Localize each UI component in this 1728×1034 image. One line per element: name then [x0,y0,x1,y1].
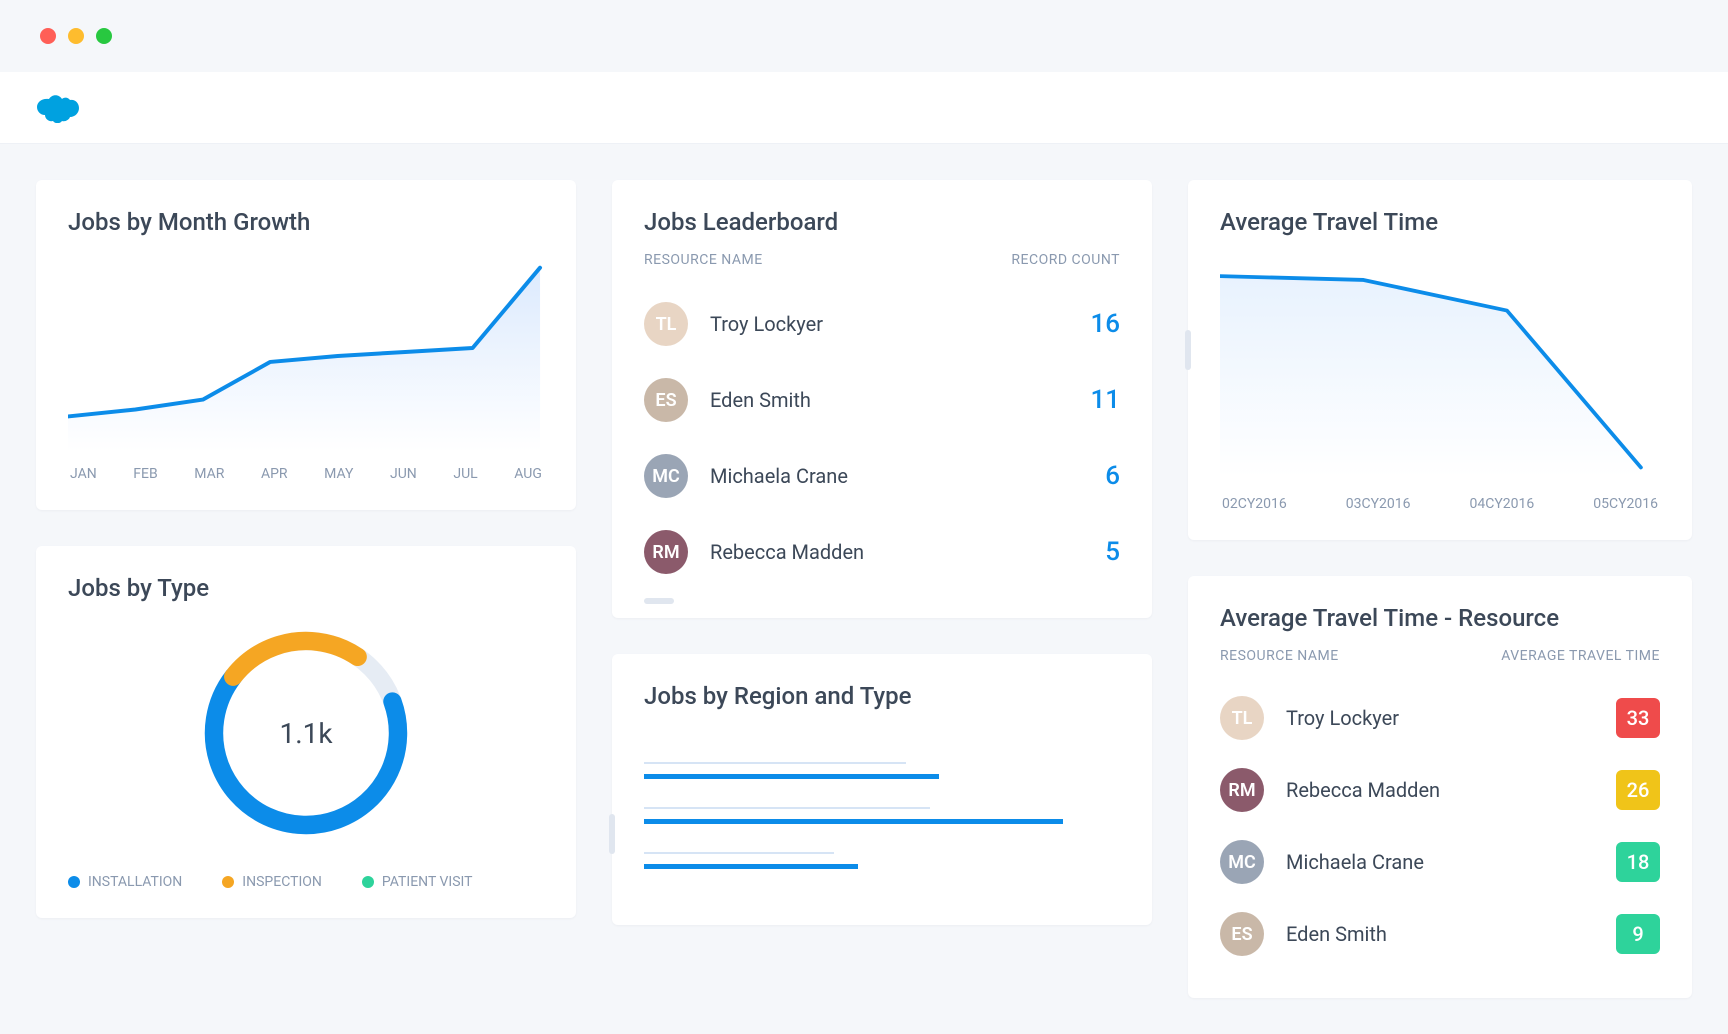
legend-swatch-icon [362,876,374,888]
card-title: Jobs Leaderboard [644,208,1120,236]
column-header-name: RESOURCE NAME [1220,648,1339,664]
table-row[interactable]: TL Troy Lockyer 16 [644,286,1120,362]
x-tick: JUL [453,466,477,482]
card-title: Jobs by Region and Type [644,682,1120,710]
legend-item: PATIENT VISIT [362,874,473,890]
close-icon[interactable] [40,28,56,44]
avatar: RM [644,530,688,574]
legend-label: INSTALLATION [88,874,182,890]
region-bar [644,807,1120,824]
x-axis: JAN FEB MAR APR MAY JUN JUL AUG [68,466,544,482]
legend-item: INSPECTION [222,874,322,890]
resource-name: Troy Lockyer [1286,706,1616,730]
legend-swatch-icon [68,876,80,888]
table-row[interactable]: ES Eden Smith 9 [1220,898,1660,970]
resource-name: Eden Smith [1286,922,1616,946]
status-badge: 9 [1616,914,1660,954]
status-badge: 26 [1616,770,1660,810]
scroll-indicator-icon[interactable] [609,814,615,854]
table-row[interactable]: MC Michaela Crane 6 [644,438,1120,514]
column-header-time: AVERAGE TRAVEL TIME [1501,648,1660,664]
resource-name: Michaela Crane [1286,850,1616,874]
resource-name: Rebecca Madden [710,540,1105,564]
legend-label: PATIENT VISIT [382,874,473,890]
avatar: MC [1220,840,1264,884]
x-tick: 04CY2016 [1470,496,1535,512]
record-count: 16 [1090,309,1120,339]
avatar: MC [644,454,688,498]
line-chart [68,252,544,452]
window-titlebar [0,0,1728,72]
dashboard-grid: Jobs by Month Growth JAN FEB MAR [0,144,1728,1034]
card-jobs-by-type: Jobs by Type 1.1k INSTALLATION [36,546,576,918]
x-tick: AUG [514,466,542,482]
table-row[interactable]: RM Rebecca Madden 5 [644,514,1120,590]
region-bar [644,762,1120,779]
card-jobs-leaderboard: Jobs Leaderboard RESOURCE NAME RECORD CO… [612,180,1152,618]
card-title: Average Travel Time [1220,208,1660,236]
x-tick: JUN [390,466,417,482]
status-badge: 18 [1616,842,1660,882]
record-count: 11 [1090,385,1120,415]
table-row[interactable]: ES Eden Smith 11 [644,362,1120,438]
card-jobs-by-region: Jobs by Region and Type [612,654,1152,925]
record-count: 6 [1105,461,1120,491]
x-tick: JAN [70,466,97,482]
donut-center-label: 1.1k [191,618,421,848]
legend-swatch-icon [222,876,234,888]
scroll-indicator-icon[interactable] [644,598,674,604]
resource-name: Eden Smith [710,388,1090,412]
x-tick: FEB [133,466,157,482]
region-bar [644,852,1120,869]
x-tick: MAR [194,466,224,482]
maximize-icon[interactable] [96,28,112,44]
card-avg-travel-time: Average Travel Time 02CY2016 03CY2016 [1188,180,1692,540]
avatar: TL [644,302,688,346]
table-row[interactable]: MC Michaela Crane 18 [1220,826,1660,898]
status-badge: 33 [1616,698,1660,738]
card-title: Jobs by Month Growth [68,208,544,236]
avatar: ES [644,378,688,422]
x-axis: 02CY2016 03CY2016 04CY2016 05CY2016 [1220,496,1660,512]
legend: INSTALLATION INSPECTION PATIENT VISIT [68,874,544,890]
card-avg-travel-resource: Average Travel Time - Resource RESOURCE … [1188,576,1692,998]
card-title: Average Travel Time - Resource [1220,604,1660,632]
scroll-indicator-icon[interactable] [1185,330,1191,370]
table-row[interactable]: RM Rebecca Madden 26 [1220,754,1660,826]
legend-label: INSPECTION [242,874,322,890]
avatar: RM [1220,768,1264,812]
avatar: TL [1220,696,1264,740]
column-header-name: RESOURCE NAME [644,252,763,268]
app-topbar [0,72,1728,144]
minimize-icon[interactable] [68,28,84,44]
x-tick: 03CY2016 [1346,496,1411,512]
table-row[interactable]: TL Troy Lockyer 33 [1220,682,1660,754]
card-jobs-by-month: Jobs by Month Growth JAN FEB MAR [36,180,576,510]
x-tick: 02CY2016 [1222,496,1287,512]
column-header-count: RECORD COUNT [1011,252,1120,268]
resource-name: Rebecca Madden [1286,778,1616,802]
resource-name: Troy Lockyer [710,312,1090,336]
legend-item: INSTALLATION [68,874,182,890]
x-tick: APR [261,466,288,482]
x-tick: 05CY2016 [1593,496,1658,512]
resource-name: Michaela Crane [710,464,1105,488]
avatar: ES [1220,912,1264,956]
record-count: 5 [1105,537,1120,567]
x-tick: MAY [324,466,353,482]
card-title: Jobs by Type [68,574,544,602]
line-chart [1220,252,1660,482]
cloud-logo-icon [36,93,80,123]
